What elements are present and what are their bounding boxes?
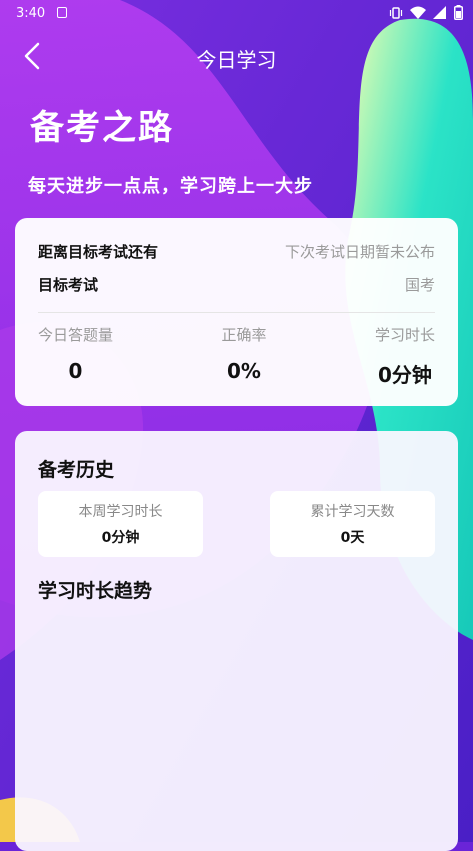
stat-accuracy: 正确率 0% — [221, 324, 266, 388]
trend-title: 学习时长趋势 — [38, 580, 153, 602]
status-time: 3:40 — [16, 6, 46, 21]
today-stats: 今日答题量 0 正确率 0% 学习时长 0分钟 — [38, 324, 435, 388]
stat-duration-label: 学习时长 — [374, 326, 435, 344]
battery-icon — [454, 5, 463, 20]
history-card: 备考历史 本周学习时长 0分钟 累计学习天数 0天 学习时长趋势 — [15, 431, 458, 851]
divider — [38, 312, 435, 313]
status-bar: 3:40 — [0, 0, 473, 26]
weekly-duration-label: 本周学习时长 — [78, 504, 163, 520]
target-exam-row[interactable]: 目标考试 国考 — [38, 274, 435, 295]
trend-chart-area — [38, 611, 435, 841]
target-exam-value: 国考 — [404, 276, 435, 294]
total-days-tile: 累计学习天数 0天 — [270, 491, 435, 557]
total-days-value: 0天 — [340, 530, 365, 546]
countdown-label: 距离目标考试还有 — [38, 243, 159, 261]
stat-questions-label: 今日答题量 — [38, 326, 114, 344]
stat-questions-value: 0 — [68, 359, 83, 383]
signal-icon — [433, 5, 446, 19]
hero-subtitle: 每天进步一点点，学习跨上一大步 — [28, 176, 313, 197]
target-exam-label: 目标考试 — [38, 276, 99, 294]
wifi-icon — [410, 6, 426, 19]
status-icons — [389, 5, 463, 20]
countdown-value: 下次考试日期暂未公布 — [284, 243, 435, 261]
stat-duration-value: 0分钟 — [378, 363, 432, 387]
weekly-duration-tile: 本周学习时长 0分钟 — [38, 491, 203, 557]
countdown-row: 距离目标考试还有 下次考试日期暂未公布 — [38, 241, 435, 262]
history-title: 备考历史 — [38, 459, 115, 481]
stat-accuracy-label: 正确率 — [221, 326, 267, 344]
stat-questions: 今日答题量 0 — [38, 324, 113, 388]
notification-icon — [57, 7, 67, 18]
hero-title: 备考之路 — [30, 108, 174, 148]
stat-accuracy-value: 0% — [227, 359, 261, 383]
target-exam-card: 距离目标考试还有 下次考试日期暂未公布 目标考试 国考 今日答题量 0 正确率 … — [15, 218, 458, 406]
page-title: 今日学习 — [196, 48, 277, 72]
total-days-label: 累计学习天数 — [310, 504, 395, 520]
vibrate-icon — [389, 6, 403, 19]
weekly-duration-value: 0分钟 — [101, 530, 140, 546]
stat-duration: 学习时长 0分钟 — [375, 324, 435, 388]
